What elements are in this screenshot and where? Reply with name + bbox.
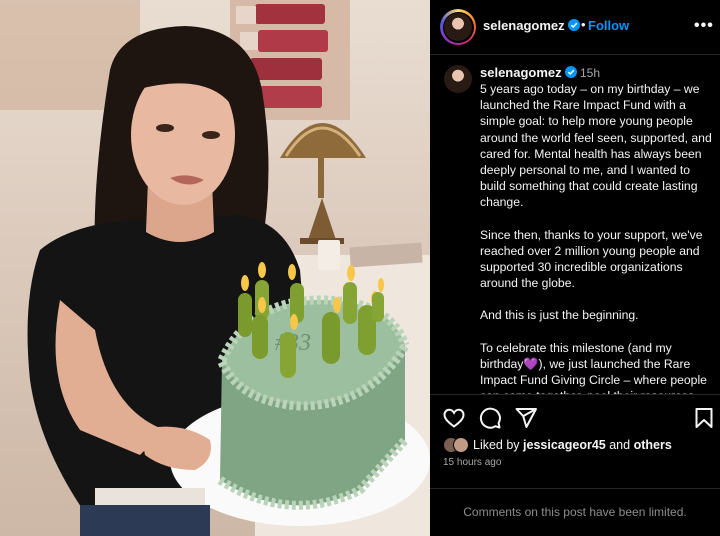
- caption-area[interactable]: selenagomez 15h 5 years ago today – on m…: [430, 56, 720, 394]
- right-eye: [202, 131, 220, 139]
- more-dots-icon[interactable]: •••: [694, 17, 714, 35]
- heart-icon[interactable]: [442, 406, 466, 430]
- liked-and: and: [609, 438, 631, 452]
- jeans: [80, 505, 210, 536]
- liked-prefix: Liked by: [473, 438, 520, 452]
- photo-illustration: #33: [0, 0, 430, 536]
- liked-by-text: Liked by jessicageor45 and others: [473, 438, 672, 452]
- post-photo[interactable]: #33: [0, 0, 430, 536]
- caption-paragraph: And this is just the beginning.: [480, 308, 639, 323]
- liked-by-row: Liked by jessicageor45 and others: [443, 435, 672, 455]
- bookmark-icon[interactable]: [692, 406, 716, 430]
- paper-plane-icon[interactable]: [514, 406, 538, 430]
- caption-paragraph: Since then, thanks to your support, we'v…: [480, 227, 703, 291]
- avatar: [444, 13, 472, 41]
- left-eye: [156, 124, 174, 132]
- header-username[interactable]: selenagomez: [483, 18, 581, 33]
- header-separator: •: [581, 17, 586, 32]
- avatar-inner: [442, 11, 474, 43]
- post-panel: selenagomez • Follow ••• selenagomez 15h…: [430, 0, 720, 536]
- posted-ago[interactable]: 15 hours ago: [443, 457, 501, 468]
- caption-paragraph: To celebrate this milestone (and my birt…: [480, 340, 707, 394]
- caption-username-text[interactable]: selenagomez: [480, 65, 562, 80]
- verified-badge-icon: [568, 19, 581, 31]
- caption-paragraph: 5 years ago today – on my birthday – we …: [480, 82, 712, 210]
- verified-badge-icon: [565, 66, 578, 78]
- liker-avatar[interactable]: [453, 437, 469, 453]
- caption-username[interactable]: selenagomez: [480, 65, 578, 80]
- caption-text: 5 years ago today – on my birthday – we …: [480, 81, 718, 394]
- liked-user-link[interactable]: jessicageor45: [523, 438, 606, 452]
- comment-bubble-icon[interactable]: [478, 406, 502, 430]
- post-header: selenagomez • Follow •••: [430, 0, 720, 55]
- comments-limited-notice: Comments on this post have been limited.: [430, 488, 720, 534]
- action-bar: Liked by jessicageor45 and others 15 hou…: [430, 394, 720, 534]
- bg-cup: [318, 240, 340, 270]
- follow-button[interactable]: Follow: [588, 18, 629, 33]
- bg-lamp: [280, 123, 366, 244]
- caption-avatar[interactable]: [444, 65, 472, 93]
- header-username-text[interactable]: selenagomez: [483, 18, 565, 33]
- caption-time[interactable]: 15h: [580, 66, 600, 80]
- liked-others-link[interactable]: others: [634, 438, 672, 452]
- story-avatar[interactable]: [440, 9, 476, 45]
